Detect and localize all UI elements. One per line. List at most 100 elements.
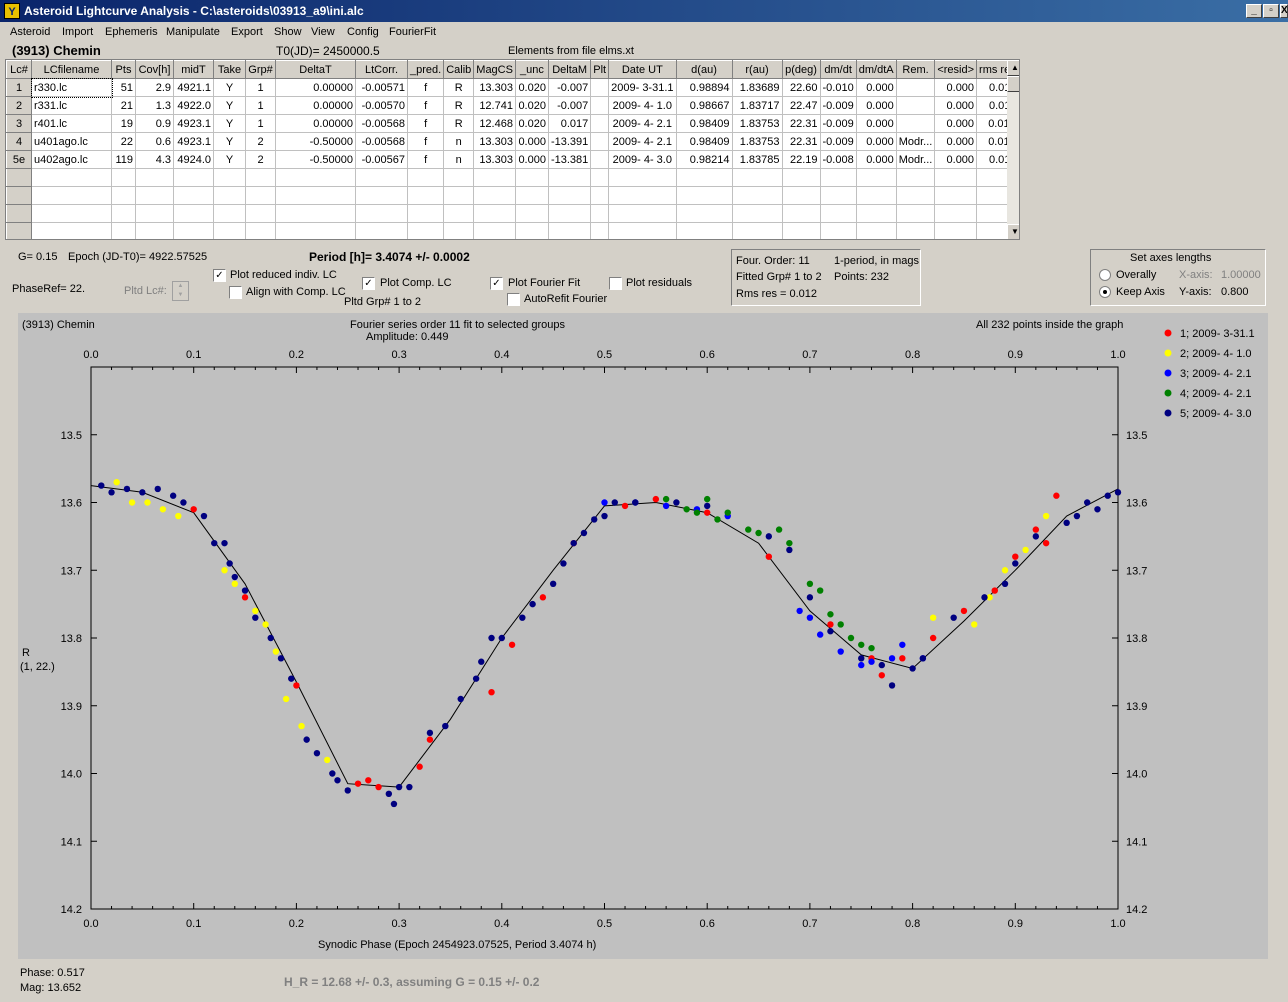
empty-cell[interactable] [275,204,356,223]
empty-cell[interactable] [514,168,549,187]
table-cell[interactable]: -0.00568 [355,114,408,133]
table-cell[interactable]: -0.010 [819,78,857,97]
empty-cell[interactable] [245,222,276,239]
plot-reduced-checkbox[interactable]: ✓ [213,269,226,282]
column-header[interactable]: Date UT [608,60,677,79]
empty-cell[interactable] [547,204,592,223]
table-cell[interactable]: 1.83717 [731,96,783,115]
restore-button[interactable]: ▫ [1263,4,1279,18]
empty-cell[interactable] [443,204,475,223]
empty-cell[interactable] [213,186,246,205]
empty-cell[interactable] [245,168,276,187]
table-cell[interactable]: 2009- 4- 2.1 [608,114,677,133]
table-row[interactable]: 3 r401.lc 19 0.9 4923.1 Y 1 0.00000 -0.00568 f R 12… [6,114,1019,133]
table-cell[interactable]: 0.9 [135,114,174,133]
table-row[interactable]: 5e u402ago.lc 119 4.3 4924.0 Y 2 -0.50000 -0.005… [6,150,1019,169]
table-row[interactable]: 1 r330.lc 51 2.9 4921.1 Y 1 0.00000 -0.00571 f R 13… [6,77,1019,98]
x-axis-value[interactable]: 1.00000 [1221,269,1261,281]
table-cell[interactable]: 22.19 [781,150,821,169]
table-cell[interactable]: R [443,78,475,97]
empty-cell[interactable] [819,222,857,239]
table-row[interactable]: 4 u401ago.lc 22 0.6 4923.1 Y 2 -0.50000 -0.00568… [6,132,1019,151]
plot-comp-checkbox[interactable]: ✓ [362,277,375,290]
plot-residuals-checkbox[interactable] [609,277,622,290]
column-header[interactable]: DeltaT [275,60,356,79]
column-header[interactable]: MagCS [473,60,516,79]
empty-cell[interactable] [819,204,857,223]
table-cell[interactable]: Y [213,132,246,151]
empty-cell[interactable] [6,186,32,205]
table-cell[interactable]: Y [213,114,246,133]
empty-cell[interactable] [608,204,677,223]
table-cell[interactable]: 0.98894 [675,78,733,97]
table-cell[interactable]: 0.98409 [675,132,733,151]
table-cell[interactable]: -13.381 [547,150,592,169]
table-cell[interactable]: 0.98214 [675,150,733,169]
table-cell[interactable]: 119 [111,150,136,169]
empty-cell[interactable] [355,222,408,239]
column-header[interactable]: DeltaM [547,60,592,79]
empty-cell[interactable] [406,222,445,239]
empty-cell[interactable] [731,168,783,187]
empty-cell[interactable] [590,222,610,239]
table-cell[interactable]: -0.00567 [355,150,408,169]
table-cell[interactable]: 0.000 [934,78,978,97]
table-cell[interactable]: r401.lc [31,114,112,133]
table-cell[interactable] [895,96,936,115]
empty-cell[interactable] [275,168,356,187]
table-cell[interactable]: f [406,150,445,169]
table-cell[interactable]: -0.008 [819,150,857,169]
autorefit-checkbox[interactable] [507,293,520,306]
keep-axis-radio[interactable] [1099,286,1111,298]
table-cell[interactable]: Modr... [895,150,936,169]
empty-cell[interactable] [731,186,783,205]
table-cell[interactable]: 0.000 [855,150,897,169]
empty-cell[interactable] [895,222,936,239]
table-cell[interactable]: 4924.0 [173,150,214,169]
empty-cell[interactable] [934,186,978,205]
column-header[interactable]: Cov[h] [135,60,174,79]
minimize-button[interactable]: _ [1246,4,1262,18]
empty-cell[interactable] [514,222,549,239]
empty-cell[interactable] [781,186,821,205]
column-header[interactable]: Calib [443,60,475,79]
table-cell[interactable]: 2009- 3-31.1 [608,78,677,97]
empty-cell[interactable] [406,204,445,223]
empty-cell[interactable] [111,186,136,205]
menu-view[interactable]: View [311,26,335,38]
empty-cell[interactable] [781,168,821,187]
table-cell[interactable]: n [443,132,475,151]
empty-cell[interactable] [547,168,592,187]
table-cell[interactable] [590,96,610,115]
empty-cell[interactable] [547,186,592,205]
empty-cell[interactable] [111,168,136,187]
table-cell[interactable]: 0.020 [514,96,549,115]
column-header[interactable]: d(au) [675,60,733,79]
empty-cell[interactable] [355,204,408,223]
column-header[interactable]: <resid> [934,60,978,79]
table-cell[interactable]: -0.009 [819,114,857,133]
empty-cell[interactable] [855,222,897,239]
table-cell[interactable]: 1 [245,114,276,133]
empty-cell[interactable] [473,168,516,187]
empty-cell[interactable] [31,204,112,223]
table-cell[interactable]: 0.000 [934,114,978,133]
empty-cell[interactable] [31,168,112,187]
table-cell[interactable] [895,78,936,97]
column-header[interactable]: Take [213,60,246,79]
empty-row[interactable] [6,204,1019,223]
table-cell[interactable]: 0.00000 [275,78,356,97]
table-cell[interactable]: n [443,150,475,169]
table-cell[interactable]: 0.000 [514,132,549,151]
table-cell[interactable]: 13.303 [473,132,516,151]
table-cell[interactable] [590,132,610,151]
empty-cell[interactable] [934,204,978,223]
column-header[interactable]: p(deg) [781,60,821,79]
table-cell[interactable]: 19 [111,114,136,133]
empty-cell[interactable] [590,204,610,223]
empty-cell[interactable] [934,168,978,187]
table-cell[interactable] [590,150,610,169]
plot-fourier-checkbox[interactable]: ✓ [490,277,503,290]
table-cell[interactable]: 4923.1 [173,132,214,151]
table-cell[interactable]: f [406,78,445,97]
